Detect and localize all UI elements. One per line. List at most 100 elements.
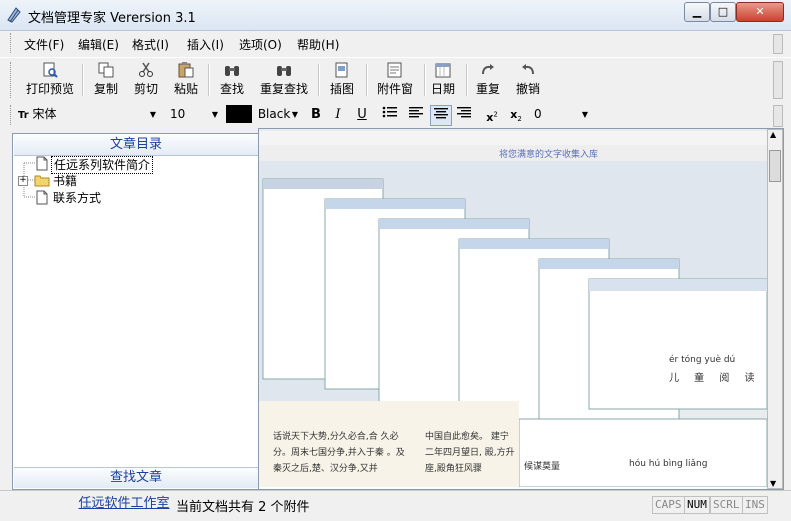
paste-button[interactable]: 粘贴 [168,60,204,100]
tree-item-label: 书籍 [53,174,78,188]
maximize-button[interactable]: □ [710,2,736,22]
bullet-list-button[interactable] [380,105,400,124]
format-grip[interactable] [10,105,14,125]
align-center-button[interactable] [430,105,452,126]
insert-picture-icon [335,62,348,78]
document-icon [36,190,48,205]
redo-button[interactable]: 重复 [472,60,504,100]
toolbar-scroll[interactable] [773,61,783,99]
embedded-paragraph-left: 话说天下大势,分久必合,合 久必分。周末七国分争,并入于秦 。及秦灭之后,楚、汉… [273,432,405,474]
tree-item-books[interactable]: + 书籍 [13,173,253,189]
tree-item-intro[interactable]: 任远系列软件简介 [13,156,253,174]
cut-button[interactable]: 剪切 [128,60,164,100]
document-icon [36,156,48,171]
close-button[interactable]: ✕ [736,2,784,22]
bullet-list-icon [382,106,397,118]
spacing-value: 0 [534,107,542,121]
superscript-icon: x2 [486,110,498,124]
font-size-combo[interactable]: 10 ▼ [170,105,220,124]
align-left-button[interactable] [406,105,426,124]
subscript-icon: x2 [510,108,522,124]
redo-icon [482,64,494,75]
menu-options[interactable]: 选项(O) [239,36,282,53]
toolbar-grip[interactable] [10,62,14,98]
align-left-icon [409,107,423,118]
tree-item-contact[interactable]: 联系方式 [13,190,253,206]
attachment-icon [387,62,402,78]
font-color-value: Black [257,107,291,121]
undo-button[interactable]: 撤销 [510,60,546,100]
embedded-pinyin: ér tóng yuè dú [669,355,736,365]
embedded-field-pinyin: hóu hú bìng liǎng [629,459,708,469]
align-center-icon [434,108,448,119]
underline-button[interactable]: U [352,105,372,124]
menu-edit[interactable]: 编辑(E) [78,36,119,53]
article-list-header[interactable]: 文章目录 [14,135,258,156]
insert-picture-button[interactable]: 插图 [324,60,360,100]
find-again-button[interactable]: 重复查找 [256,60,312,100]
date-button[interactable]: 日期 [428,60,458,100]
menu-insert[interactable]: 插入(I) [187,36,224,53]
bold-button[interactable]: B [306,105,326,124]
italic-button[interactable]: I [328,105,348,124]
copy-button[interactable]: 复制 [88,60,124,100]
menu-grip[interactable] [10,33,14,53]
find-button[interactable]: 查找 [214,60,250,100]
folder-icon [34,175,50,187]
binoculars-icon [225,66,239,76]
truetype-font-icon: Tr [18,110,29,121]
spacing-combo[interactable]: 0 ▼ [534,105,590,124]
embedded-field: 候谋莫量 [524,462,561,472]
chevron-down-icon[interactable]: ▼ [150,105,156,124]
color-swatch [226,105,252,123]
embedded-paragraph-right: 中国自此愈矣。 建宁二年四月望日, 殿,方升座,殿角狂风骤 [425,432,515,474]
scroll-down-icon[interactable]: ▼ [770,479,776,488]
menubar-scroll[interactable] [773,34,783,54]
print-preview-button[interactable]: 打印预览 [22,60,78,100]
calendar-icon [435,63,451,78]
font-name-combo[interactable]: Tr 宋体 ▼ [18,105,158,124]
copy-icon [98,62,114,78]
insert-indicator: INS [742,496,768,514]
minimize-button[interactable]: ▁ [684,2,710,22]
toolbar-separator [318,64,320,96]
find-article-button[interactable]: 查找文章 [14,467,258,488]
scroll-lock-indicator: SCRL [710,496,743,514]
font-color-combo[interactable]: Black ▼ [226,105,300,124]
chevron-down-icon[interactable]: ▼ [582,105,588,124]
format-toolbar: Tr 宋体 ▼ 10 ▼ Black ▼ B I U x2 x2 0 ▼ [0,102,791,128]
tree-item-label: 任远系列软件简介 [51,156,154,174]
toolbar-separator [208,64,210,96]
paste-icon [178,62,194,78]
title-bar: 文档管理专家 Verersion 3.1 ▁ □ ✕ [0,0,791,31]
font-name-value: 宋体 [32,107,57,121]
scroll-up-icon[interactable]: ▲ [770,130,776,139]
menu-format[interactable]: 格式(I) [132,36,169,53]
align-right-button[interactable] [454,105,474,124]
format-scroll[interactable] [773,105,783,127]
subscript-button[interactable]: x2 [506,105,526,124]
font-size-value: 10 [170,107,186,121]
align-right-icon [457,107,471,118]
main-toolbar: 打印预览 复制 剪切 粘贴 查找 重复查找 插图 附件窗 日期 重复 撤销 [0,57,791,103]
print-preview-icon [43,62,58,78]
article-tree-panel: 文章目录 任远系列软件简介 + 书籍 联系方式 查找文章 [12,133,260,490]
superscript-button[interactable]: x2 [482,105,502,124]
embedded-banner-text: 将您满意的文字收集入库 [499,150,599,160]
menu-file[interactable]: 文件(F) [24,36,64,53]
toolbar-separator [424,64,426,96]
caps-indicator: CAPS [652,496,685,514]
chevron-down-icon[interactable]: ▼ [212,105,218,124]
app-logo-icon [7,7,21,23]
chevron-down-icon[interactable]: ▼ [292,105,298,124]
expand-toggle[interactable]: + [18,176,28,186]
scroll-thumb[interactable] [769,150,781,182]
toolbar-separator [82,64,84,96]
binoculars-icon [277,66,291,76]
toolbar-separator [366,64,368,96]
document-scrollbar[interactable]: ▲ ▼ [767,129,783,489]
status-bar: 任远软件工作室 当前文档共有 2 个附件 CAPS NUM SCRL INS [0,490,791,521]
menu-help[interactable]: 帮助(H) [297,36,339,53]
document-editor[interactable]: 将您满意的文字收集入库 话说天下大势,分久必合,合 久必分。周末七国分争,并入于… [258,128,784,490]
attachment-window-button[interactable]: 附件窗 [372,60,418,100]
